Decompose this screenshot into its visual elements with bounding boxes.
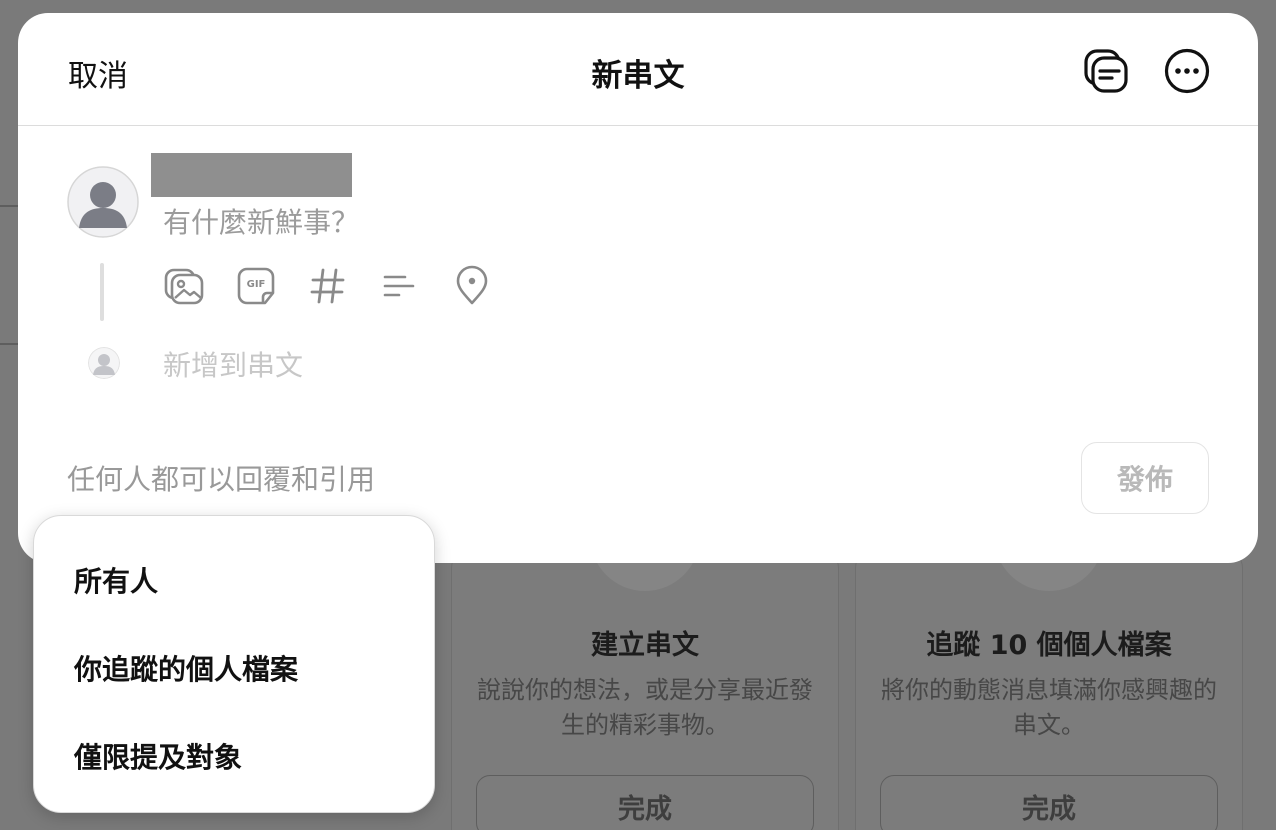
card-title: 追蹤 10 個個人檔案 <box>926 630 1172 661</box>
svg-text:GIF: GIF <box>247 279 266 290</box>
new-thread-modal: 取消 新串文 有什麼新鮮事？ GIF 新增到串文 任何人都可以回覆和引用 發佈 <box>18 13 1258 563</box>
drafts-icon[interactable] <box>1082 47 1130 95</box>
background-divider <box>0 343 18 345</box>
card-title: 建立串文 <box>591 630 699 661</box>
image-icon[interactable] <box>163 265 205 307</box>
modal-title: 新串文 <box>591 58 685 94</box>
menu-item-mentioned-only[interactable]: 僅限提及對象 <box>74 736 242 776</box>
username-redacted <box>151 153 352 197</box>
reply-setting-button[interactable]: 任何人都可以回覆和引用 <box>67 458 375 498</box>
add-to-thread-input[interactable]: 新增到串文 <box>163 344 303 384</box>
onboarding-card-create-thread: 建立串文 說說你的想法，或是分享最近發生的精彩事物。 完成 <box>451 550 839 830</box>
thread-text-input[interactable]: 有什麼新鮮事？ <box>163 201 359 241</box>
user-avatar[interactable] <box>67 166 139 238</box>
reply-audience-menu: 所有人 你追蹤的個人檔案 僅限提及對象 <box>33 515 435 813</box>
hashtag-icon[interactable] <box>307 265 349 307</box>
thread-connector-line <box>100 263 104 321</box>
menu-item-everyone[interactable]: 所有人 <box>74 560 158 600</box>
poll-icon[interactable] <box>379 265 421 307</box>
small-avatar <box>88 347 120 379</box>
background-divider <box>0 205 18 207</box>
modal-header: 取消 新串文 <box>18 13 1258 126</box>
more-options-icon[interactable] <box>1163 47 1211 95</box>
card-done-button[interactable]: 完成 <box>476 775 814 830</box>
card-description: 說說你的想法，或是分享最近發生的精彩事物。 <box>477 676 813 739</box>
card-description: 將你的動態消息填滿你感興趣的串文。 <box>881 676 1217 739</box>
menu-item-followed-profiles[interactable]: 你追蹤的個人檔案 <box>74 648 298 688</box>
onboarding-card-follow-profiles: 追蹤 10 個個人檔案 將你的動態消息填滿你感興趣的串文。 完成 <box>855 550 1243 830</box>
location-icon[interactable] <box>451 265 493 307</box>
post-button[interactable]: 發佈 <box>1081 442 1209 514</box>
gif-icon[interactable]: GIF <box>235 265 277 307</box>
card-done-button[interactable]: 完成 <box>880 775 1218 830</box>
